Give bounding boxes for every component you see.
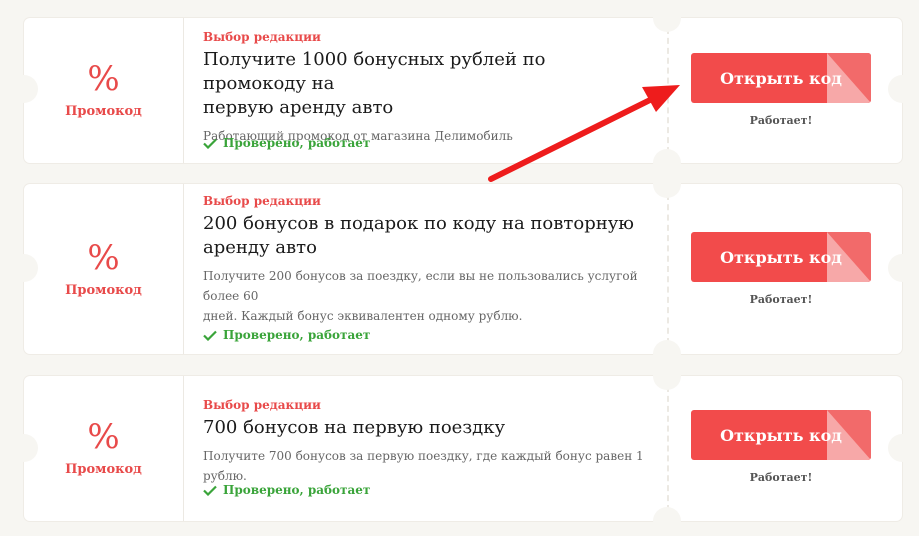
verified-status: Проверено, работает: [203, 483, 370, 497]
offer-title[interactable]: Получите 1000 бонусных рублей по промоко…: [203, 48, 653, 120]
ticket-divider: [667, 194, 669, 344]
promo-type-label: Промокод: [65, 104, 142, 119]
open-code-button[interactable]: Открыть код: [691, 410, 871, 460]
offer-title-line: аренду авто: [203, 237, 317, 258]
offer-title-line: 700 бонусов на первую поездку: [203, 417, 506, 438]
offer-description: Получите 700 бонусов за первую поездку, …: [203, 446, 653, 486]
promo-type-label: Промокод: [65, 462, 142, 477]
ticket-notch: [10, 75, 38, 103]
promo-type-label: Промокод: [65, 282, 142, 298]
works-status: Работает!: [749, 114, 813, 127]
ticket-notch: [888, 75, 916, 103]
open-code-button[interactable]: Открыть код: [691, 53, 871, 103]
offer-title-line: 200 бонусов в подарок по коду на повторн…: [203, 213, 634, 234]
offer-content: Выбор редакции 700 бонусов на первую пое…: [203, 398, 653, 486]
verified-status: Проверено, работает: [203, 328, 370, 342]
ticket-notch: [653, 4, 681, 32]
ticket-notch: [653, 362, 681, 390]
checkmark-icon: [203, 330, 217, 341]
works-status: Работает!: [749, 471, 813, 484]
offer-type-panel: % Промокод: [24, 376, 184, 521]
offer-type-panel: % Промокод: [24, 184, 184, 354]
open-code-button[interactable]: Открыть код: [691, 232, 871, 282]
offer-title-line: первую аренду авто: [203, 97, 394, 118]
percent-icon: %: [87, 417, 120, 457]
percent-icon: %: [87, 237, 120, 278]
ticket-divider: [667, 28, 669, 153]
offer-content: Выбор редакции 200 бонусов в подарок по …: [203, 194, 653, 326]
verified-text: Проверено, работает: [223, 483, 371, 497]
offer-title[interactable]: 700 бонусов на первую поездку: [203, 416, 653, 440]
open-code-label: Открыть код: [720, 68, 842, 88]
editor-choice-badge: Выбор редакции: [203, 398, 321, 412]
editor-choice-badge: Выбор редакции: [203, 194, 321, 208]
ticket-notch: [10, 254, 38, 282]
ticket-divider: [667, 386, 669, 511]
offer-card-1: % Промокод Выбор редакции Получите 1000 …: [24, 18, 902, 163]
ticket-notch: [653, 507, 681, 535]
checkmark-icon: [203, 485, 217, 496]
verified-text: Проверено, работает: [223, 328, 371, 342]
checkmark-icon: [203, 138, 217, 149]
ticket-notch: [888, 434, 916, 462]
ticket-notch: [653, 170, 681, 198]
editor-choice-badge: Выбор редакции: [203, 30, 321, 44]
open-code-label: Открыть код: [720, 425, 842, 445]
offer-card-2: % Промокод Выбор редакции 200 бонусов в …: [24, 184, 902, 354]
offer-card-3: % Промокод Выбор редакции 700 бонусов на…: [24, 376, 902, 521]
offer-content: Выбор редакции Получите 1000 бонусных ру…: [203, 30, 653, 146]
offer-description-line: Получите 700 бонусов за первую поездку, …: [203, 449, 644, 483]
offer-title-line: Получите 1000 бонусных рублей по промоко…: [203, 49, 546, 94]
ticket-notch: [10, 434, 38, 462]
offer-title[interactable]: 200 бонусов в подарок по коду на повторн…: [203, 212, 653, 260]
percent-icon: %: [87, 59, 120, 99]
offer-description-line: Получите 200 бонусов за поездку, если вы…: [203, 269, 638, 303]
offer-description: Получите 200 бонусов за поездку, если вы…: [203, 266, 653, 326]
verified-status: Проверено, работает: [203, 136, 370, 150]
works-status: Работает!: [749, 293, 813, 306]
verified-text: Проверено, работает: [223, 136, 371, 150]
offer-type-panel: % Промокод: [24, 18, 184, 163]
offer-description-line: дней. Каждый бонус эквивалентен одному р…: [203, 309, 523, 323]
open-code-label: Открыть код: [720, 247, 842, 267]
ticket-notch: [888, 254, 916, 282]
